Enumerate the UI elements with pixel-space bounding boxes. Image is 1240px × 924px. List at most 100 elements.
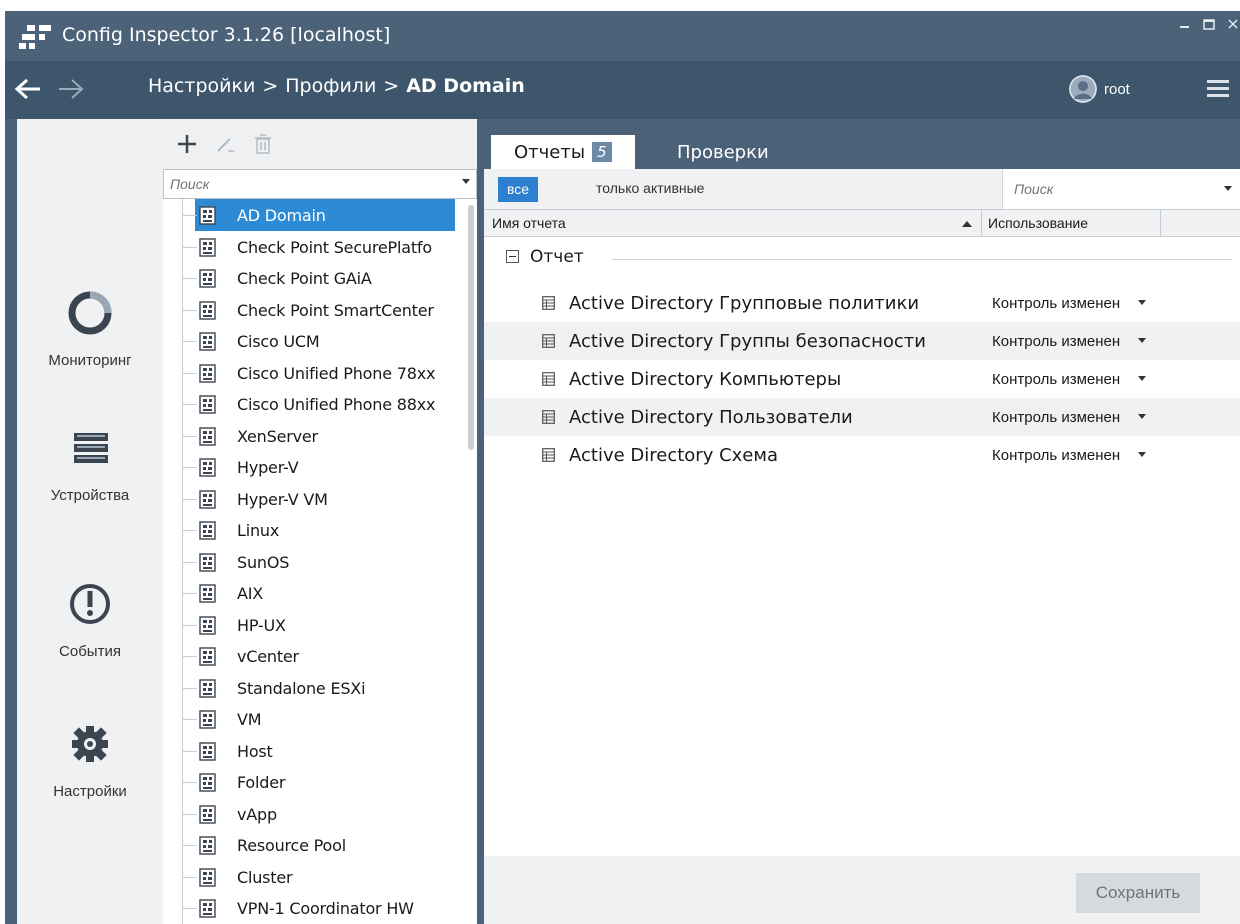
tree-connector	[182, 246, 197, 248]
sidebar-item-label: Настройки	[53, 783, 127, 800]
table-row[interactable]: Active Directory Схема Контроль изменений	[484, 436, 1240, 474]
usage-select[interactable]: Контроль изменений	[992, 447, 1120, 464]
scrollbar-thumb[interactable]	[468, 205, 474, 450]
edit-icon[interactable]	[214, 133, 236, 155]
profile-tree-item[interactable]: HP-UX	[163, 609, 463, 641]
profile-tree-item[interactable]: Linux	[163, 514, 463, 546]
profile-tree-item[interactable]: Cisco Unified Phone 88xx	[163, 388, 463, 420]
profile-tree-item[interactable]: Resource Pool	[163, 829, 463, 861]
column-header-usage[interactable]: Использование	[988, 215, 1088, 231]
profile-tree-item[interactable]: Cisco Unified Phone 78xx	[163, 357, 463, 389]
tree-connector	[182, 908, 197, 909]
chevron-down-icon[interactable]	[462, 179, 470, 184]
filter-bar: все только активные	[484, 169, 1240, 209]
forward-arrow-icon[interactable]	[56, 76, 86, 102]
profile-tree-item[interactable]: Folder	[163, 766, 463, 798]
profile-tree-item[interactable]: Standalone ESXi	[163, 672, 463, 704]
profiles-search-input[interactable]	[170, 176, 440, 192]
profile-document-icon	[199, 678, 216, 698]
tree-connector	[182, 624, 197, 626]
usage-select[interactable]: Контроль изменений	[992, 409, 1120, 426]
profile-tree-item[interactable]: Cisco UCM	[163, 325, 463, 357]
sidebar-item-monitoring[interactable]: Мониторинг	[17, 290, 163, 369]
minimize-icon[interactable]	[1178, 17, 1192, 31]
table-row[interactable]: Active Directory Пользователи Контроль из…	[484, 398, 1240, 436]
tab-checks[interactable]: Проверки	[654, 135, 792, 169]
profile-tree-item[interactable]: vApp	[163, 798, 463, 830]
chevron-down-icon[interactable]	[1138, 452, 1146, 457]
profile-label: vApp	[237, 804, 277, 824]
tree-connector	[182, 467, 197, 468]
maximize-icon[interactable]	[1202, 17, 1216, 31]
profile-tree-item[interactable]: vCenter	[163, 640, 463, 672]
tree-connector	[182, 750, 197, 752]
window-controls	[1178, 17, 1240, 31]
usage-select[interactable]: Контроль изменений	[992, 333, 1120, 350]
reports-search[interactable]	[1002, 169, 1240, 209]
chevron-down-icon[interactable]	[1138, 414, 1146, 419]
divider	[612, 259, 1232, 260]
collapse-toggle-icon[interactable]	[506, 250, 519, 263]
hamburger-menu-icon[interactable]	[1207, 80, 1229, 100]
save-button[interactable]: Сохранить	[1076, 873, 1200, 913]
profile-document-icon	[199, 395, 216, 414]
profile-label: Cluster	[237, 867, 293, 887]
usage-select[interactable]: Контроль изменений	[992, 295, 1120, 312]
add-icon[interactable]	[176, 133, 198, 155]
chevron-down-icon[interactable]	[1138, 300, 1146, 305]
profile-tree-item[interactable]: Hyper-V VM	[163, 483, 463, 515]
report-name: Active Directory Группы безопасности	[569, 331, 926, 352]
breadcrumb-profiles[interactable]: Профили	[285, 75, 376, 97]
profile-document-icon	[199, 710, 216, 729]
profile-tree-item[interactable]: VM	[163, 703, 463, 735]
profile-tree-item[interactable]: AIX	[163, 577, 463, 609]
sidebar-item-settings[interactable]: Настройки	[17, 721, 163, 800]
profile-label: Hyper-V	[237, 458, 299, 477]
profile-tree-item[interactable]: Check Point GAiA	[163, 262, 463, 294]
breadcrumb-settings[interactable]: Настройки	[148, 75, 255, 97]
user-menu[interactable]: root	[1069, 75, 1130, 103]
profiles-search[interactable]	[163, 169, 477, 199]
profile-tree-item[interactable]: Check Point SecurePlatfo	[163, 231, 463, 263]
reports-search-input[interactable]	[1014, 181, 1214, 197]
tab-label: Проверки	[677, 141, 769, 163]
settings-gear-icon	[72, 726, 108, 762]
profile-document-icon	[199, 741, 216, 761]
table-row[interactable]: Active Directory Группы безопасности Конт…	[484, 322, 1240, 360]
tab-reports[interactable]: Отчеты 5	[491, 135, 635, 169]
usage-select[interactable]: Контроль изменений	[992, 371, 1120, 388]
chevron-down-icon[interactable]	[1138, 376, 1146, 381]
profile-tree-item[interactable]: VPN-1 Coordinator HW	[163, 892, 463, 924]
close-icon[interactable]	[1226, 17, 1240, 31]
chevron-down-icon[interactable]	[1138, 338, 1146, 343]
profile-document-icon	[199, 489, 216, 509]
profile-label: HP-UX	[237, 615, 286, 635]
column-divider[interactable]	[981, 210, 982, 237]
column-divider[interactable]	[1160, 210, 1161, 237]
sort-ascending-icon[interactable]	[962, 221, 972, 227]
profile-tree-item[interactable]: Cluster	[163, 861, 463, 893]
sidebar-item-events[interactable]: События	[17, 581, 163, 660]
profile-tree-item[interactable]: SunOS	[163, 546, 463, 578]
breadcrumb-current: AD Domain	[406, 75, 525, 97]
chevron-down-icon[interactable]	[1224, 186, 1232, 191]
profile-tree-item[interactable]: Check Point SmartCenter	[163, 294, 463, 326]
sidebar-item-devices[interactable]: Устройства	[17, 425, 163, 504]
profile-tree-item[interactable]: Host	[163, 735, 463, 767]
delete-trash-icon[interactable]	[252, 133, 274, 155]
profile-tree-item[interactable]: AD Domain	[163, 199, 463, 231]
group-label: Отчет	[530, 247, 584, 267]
report-table-icon	[542, 334, 555, 348]
filter-all-button[interactable]: все	[498, 177, 539, 202]
back-arrow-icon[interactable]	[13, 76, 43, 102]
tree-connector	[182, 687, 197, 689]
tree-connector	[182, 530, 197, 531]
table-row[interactable]: Active Directory Групповые политики Контр…	[484, 284, 1240, 322]
column-header-name[interactable]: Имя отчета	[492, 215, 566, 231]
group-header: Отчет	[484, 237, 1240, 277]
profile-document-icon	[199, 804, 216, 824]
table-row[interactable]: Active Directory Компьютеры Контроль изме…	[484, 360, 1240, 398]
filter-active-only-button[interactable]: только активные	[596, 180, 704, 196]
profile-tree-item[interactable]: XenServer	[163, 420, 463, 452]
profile-tree-item[interactable]: Hyper-V	[163, 451, 463, 483]
